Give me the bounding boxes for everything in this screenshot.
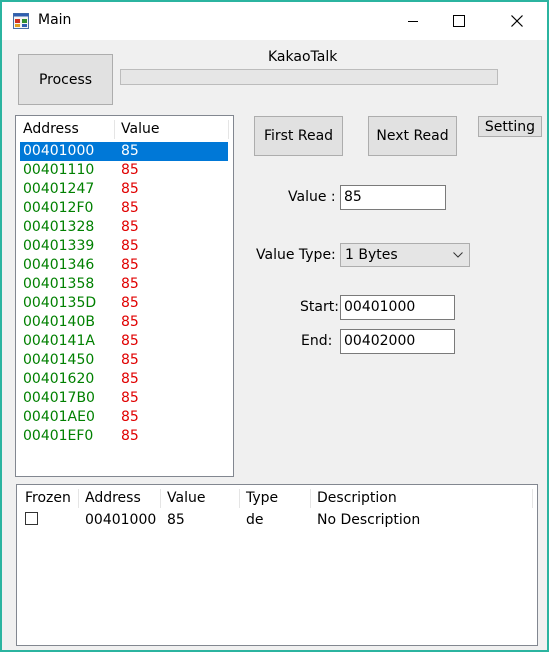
maximize-button[interactable] (436, 2, 482, 40)
result-value: 85 (121, 200, 139, 216)
result-value: 85 (121, 143, 139, 159)
chevron-down-icon (453, 252, 463, 258)
column-header-address[interactable]: Address (23, 121, 79, 137)
column-separator (78, 489, 79, 508)
result-value: 85 (121, 181, 139, 197)
column-header-description[interactable]: Description (317, 490, 397, 506)
maximize-icon (453, 15, 465, 27)
result-address: 00401358 (23, 276, 95, 292)
result-value: 85 (121, 352, 139, 368)
watch-description: No Description (317, 512, 421, 528)
result-address: 00401EF0 (23, 428, 94, 444)
result-value: 85 (121, 371, 139, 387)
result-value: 85 (121, 162, 139, 178)
result-row[interactable]: 00401EF0 85 (20, 427, 228, 446)
result-value: 85 (121, 314, 139, 330)
app-icon (13, 13, 29, 29)
result-address: 0040135D (23, 295, 97, 311)
result-address: 004012F0 (23, 200, 94, 216)
result-address: 00401346 (23, 257, 95, 273)
result-address: 00401620 (23, 371, 95, 387)
result-address: 004017B0 (23, 390, 95, 406)
watch-list[interactable]: Frozen Address Value Type Description 00… (16, 484, 538, 646)
result-row[interactable]: 00401000 85 (20, 142, 228, 161)
result-row[interactable]: 00401358 85 (20, 275, 228, 294)
result-address: 00401000 (23, 143, 95, 159)
watch-value: 85 (167, 512, 185, 528)
watch-type: de (246, 512, 264, 528)
minimize-icon (408, 21, 418, 22)
result-value: 85 (121, 390, 139, 406)
result-row[interactable]: 00401328 85 (20, 218, 228, 237)
column-header-address[interactable]: Address (85, 490, 141, 506)
end-input[interactable]: 00402000 (340, 329, 455, 354)
column-separator (160, 489, 161, 508)
frozen-checkbox[interactable] (25, 512, 38, 525)
result-row[interactable]: 00401110 85 (20, 161, 228, 180)
result-row[interactable]: 00401450 85 (20, 351, 228, 370)
close-icon (511, 15, 523, 27)
column-header-value[interactable]: Value (167, 490, 205, 506)
result-row[interactable]: 0040135D 85 (20, 294, 228, 313)
result-value: 85 (121, 409, 139, 425)
result-address: 00401339 (23, 238, 95, 254)
end-label: End: (301, 333, 333, 349)
result-row[interactable]: 004017B0 85 (20, 389, 228, 408)
column-separator (114, 120, 115, 139)
result-address: 00401110 (23, 162, 95, 178)
main-window: Main Process KakaoTalk First Read Next R… (0, 0, 549, 652)
progress-bar (120, 69, 498, 85)
scan-results-list[interactable]: Address Value 00401000 85 00401110 85 004012… (15, 115, 234, 477)
result-row[interactable]: 00401346 85 (20, 256, 228, 275)
result-value: 85 (121, 295, 139, 311)
value-type-select[interactable]: 1 Bytes (340, 243, 470, 267)
start-label: Start: (300, 299, 339, 315)
result-row[interactable]: 0040141A 85 (20, 332, 228, 351)
result-row[interactable]: 004012F0 85 (20, 199, 228, 218)
progress-label: KakaoTalk (268, 49, 338, 65)
process-button[interactable]: Process (18, 54, 113, 105)
result-value: 85 (121, 238, 139, 254)
result-address: 00401AE0 (23, 409, 95, 425)
watch-row[interactable]: 00401000 85 de No Description (17, 509, 537, 529)
result-address: 00401328 (23, 219, 95, 235)
window-title: Main (38, 12, 72, 28)
column-header-type[interactable]: Type (246, 490, 278, 506)
value-input[interactable]: 85 (340, 185, 446, 210)
column-separator (310, 489, 311, 508)
value-type-selected: 1 Bytes (345, 247, 398, 263)
result-value: 85 (121, 428, 139, 444)
value-type-label: Value Type: (256, 247, 336, 263)
result-value: 85 (121, 257, 139, 273)
close-button[interactable] (494, 2, 540, 40)
result-value: 85 (121, 276, 139, 292)
title-bar[interactable]: Main (2, 2, 547, 40)
result-row[interactable]: 0040140B 85 (20, 313, 228, 332)
result-value: 85 (121, 333, 139, 349)
first-read-button[interactable]: First Read (254, 116, 343, 156)
column-separator (228, 120, 229, 139)
result-row[interactable]: 00401620 85 (20, 370, 228, 389)
start-input[interactable]: 00401000 (340, 295, 455, 320)
column-header-frozen[interactable]: Frozen (25, 490, 71, 506)
next-read-button[interactable]: Next Read (368, 116, 457, 156)
result-address: 0040141A (23, 333, 95, 349)
watch-address: 00401000 (85, 512, 157, 528)
result-address: 00401247 (23, 181, 95, 197)
column-separator (532, 489, 533, 508)
minimize-button[interactable] (390, 2, 436, 40)
value-label: Value : (288, 189, 336, 205)
result-address: 0040140B (23, 314, 95, 330)
column-separator (239, 489, 240, 508)
result-row[interactable]: 00401AE0 85 (20, 408, 228, 427)
result-row[interactable]: 00401339 85 (20, 237, 228, 256)
result-row[interactable]: 00401247 85 (20, 180, 228, 199)
column-header-value[interactable]: Value (121, 121, 159, 137)
result-value: 85 (121, 219, 139, 235)
setting-button[interactable]: Setting (478, 116, 542, 137)
result-address: 00401450 (23, 352, 95, 368)
